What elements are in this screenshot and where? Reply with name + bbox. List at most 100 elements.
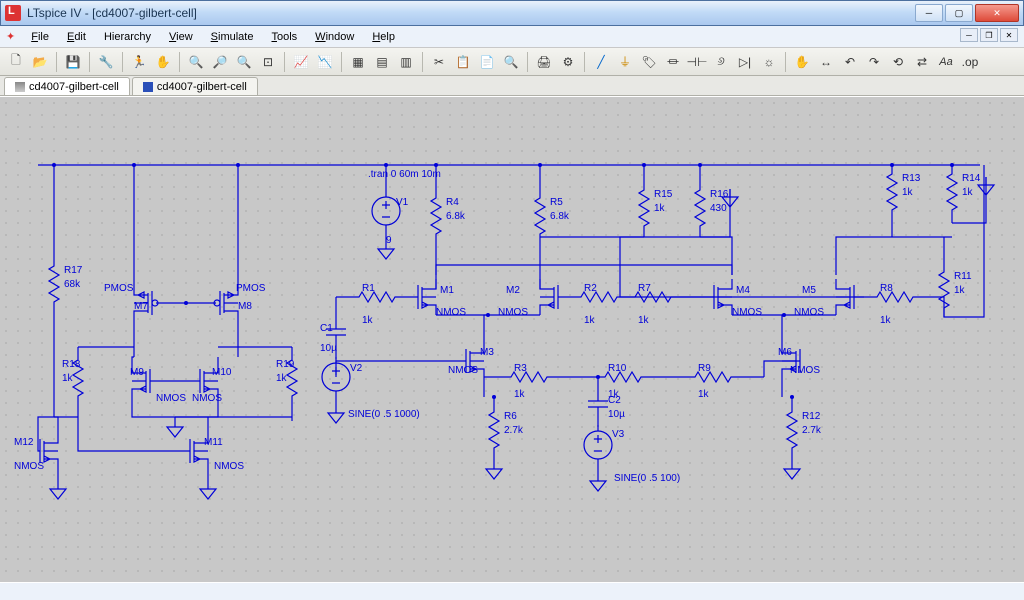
- svg-text:1k: 1k: [362, 315, 374, 326]
- svg-text:NMOS: NMOS: [436, 307, 466, 318]
- svg-text:R18: R18: [62, 359, 81, 370]
- menu-simulate[interactable]: Simulate: [203, 29, 262, 45]
- svg-text:6.8k: 6.8k: [550, 211, 570, 222]
- svg-text:V2: V2: [350, 363, 363, 374]
- svg-text:M12: M12: [14, 437, 34, 448]
- svg-text:M11: M11: [204, 437, 223, 448]
- svg-text:C1: C1: [320, 323, 333, 334]
- svg-text:1k: 1k: [954, 285, 966, 296]
- svg-text:SINE(0 .5 100): SINE(0 .5 100): [614, 473, 680, 484]
- marching-button[interactable]: 📉: [315, 52, 335, 72]
- close-all-button[interactable]: ▥: [396, 52, 416, 72]
- open-button[interactable]: 📂: [30, 52, 50, 72]
- svg-text:M9: M9: [130, 367, 144, 378]
- schematic-svg: .tran 0 60m 10m V19 R46.8k R56.8k R151k …: [0, 97, 1024, 582]
- svg-text:R12: R12: [802, 411, 821, 422]
- tab-label: cd4007-gilbert-cell: [157, 81, 247, 93]
- svg-text:R2: R2: [584, 283, 597, 294]
- svg-text:PMOS: PMOS: [236, 283, 266, 294]
- control-panel-button[interactable]: 🔧: [96, 52, 116, 72]
- zoom-out-button[interactable]: 🔍: [234, 52, 254, 72]
- tile-button[interactable]: ▦: [348, 52, 368, 72]
- move-button[interactable]: ✋: [792, 52, 812, 72]
- copy-button[interactable]: 📋: [453, 52, 473, 72]
- minimize-button[interactable]: ─: [915, 4, 943, 22]
- svg-text:430: 430: [710, 203, 727, 214]
- menu-file[interactable]: File: [23, 29, 57, 45]
- label-button[interactable]: 🏷: [639, 52, 659, 72]
- svg-text:10µ: 10µ: [320, 343, 337, 354]
- undo-button[interactable]: ↶: [840, 52, 860, 72]
- run-button[interactable]: 🏃: [129, 52, 149, 72]
- svg-text:R13: R13: [902, 173, 921, 184]
- menu-window[interactable]: Window: [307, 29, 362, 45]
- svg-text:1k: 1k: [276, 373, 288, 384]
- text-button[interactable]: Aa: [936, 52, 956, 72]
- tab-waveform[interactable]: cd4007-gilbert-cell: [132, 77, 258, 95]
- capacitor-button[interactable]: ⊣⊢: [687, 52, 707, 72]
- redo-button[interactable]: ↷: [864, 52, 884, 72]
- cut-button[interactable]: ✂: [429, 52, 449, 72]
- child-minimize-button[interactable]: ─: [960, 28, 978, 42]
- component-button[interactable]: ☼: [759, 52, 779, 72]
- cascade-button[interactable]: ▤: [372, 52, 392, 72]
- svg-text:1k: 1k: [584, 315, 596, 326]
- menu-help[interactable]: Help: [364, 29, 403, 45]
- inductor-button[interactable]: ୬: [711, 52, 731, 72]
- svg-text:M3: M3: [480, 347, 494, 358]
- svg-text:1k: 1k: [514, 389, 526, 400]
- setup-button[interactable]: ⚙: [558, 52, 578, 72]
- new-schematic-button[interactable]: 🗋: [6, 52, 26, 72]
- tab-schematic[interactable]: cd4007-gilbert-cell: [4, 77, 130, 95]
- svg-text:2.7k: 2.7k: [504, 425, 524, 436]
- zoom-in-button[interactable]: 🔍: [186, 52, 206, 72]
- svg-text:M6: M6: [778, 347, 792, 358]
- svg-text:R8: R8: [880, 283, 893, 294]
- save-button[interactable]: 💾: [63, 52, 83, 72]
- close-button[interactable]: ✕: [975, 4, 1019, 22]
- schematic-canvas[interactable]: .tran 0 60m 10m V19 R46.8k R56.8k R151k …: [0, 96, 1024, 582]
- child-restore-button[interactable]: ❐: [980, 28, 998, 42]
- find-button[interactable]: 🔍: [501, 52, 521, 72]
- pan-button[interactable]: 🔎: [210, 52, 230, 72]
- maximize-button[interactable]: ▢: [945, 4, 973, 22]
- menu-hierarchy[interactable]: Hierarchy: [96, 29, 159, 45]
- svg-text:R5: R5: [550, 197, 563, 208]
- print-button[interactable]: 🖨: [534, 52, 554, 72]
- draw-wire-button[interactable]: ╱: [591, 52, 611, 72]
- svg-text:2.7k: 2.7k: [802, 425, 822, 436]
- app-icon: [5, 5, 21, 21]
- svg-text:M5: M5: [802, 285, 816, 296]
- diode-button[interactable]: ▷|: [735, 52, 755, 72]
- drag-button[interactable]: ↔: [816, 52, 836, 72]
- svg-text:NMOS: NMOS: [14, 461, 44, 472]
- child-close-button[interactable]: ✕: [1000, 28, 1018, 42]
- svg-text:R11: R11: [954, 271, 972, 282]
- system-menu-icon[interactable]: ✦: [6, 30, 15, 43]
- tab-label: cd4007-gilbert-cell: [29, 81, 119, 93]
- paste-button[interactable]: 📄: [477, 52, 497, 72]
- svg-text:M10: M10: [212, 367, 232, 378]
- mirror-button[interactable]: ⇄: [912, 52, 932, 72]
- halt-button[interactable]: ✋: [153, 52, 173, 72]
- svg-text:1k: 1k: [654, 203, 666, 214]
- spice-directive-button[interactable]: .op: [960, 52, 980, 72]
- svg-text:1k: 1k: [880, 315, 892, 326]
- resistor-button[interactable]: ⏛: [663, 52, 683, 72]
- ground-button[interactable]: ⏚: [615, 52, 635, 72]
- toolbar: 🗋 📂 💾 🔧 🏃 ✋ 🔍 🔎 🔍 ⊡ 📈 📉 ▦ ▤ ▥ ✂ 📋 📄 🔍 🖨 …: [0, 48, 1024, 76]
- svg-text:R10: R10: [608, 363, 627, 374]
- svg-text:R1: R1: [362, 283, 375, 294]
- svg-text:NMOS: NMOS: [156, 393, 186, 404]
- status-bar: [0, 582, 1024, 600]
- autorange-button[interactable]: 📈: [291, 52, 311, 72]
- menu-view[interactable]: View: [161, 29, 201, 45]
- svg-text:NMOS: NMOS: [790, 365, 820, 376]
- rotate-button[interactable]: ⟲: [888, 52, 908, 72]
- menu-tools[interactable]: Tools: [263, 29, 305, 45]
- svg-text:NMOS: NMOS: [214, 461, 244, 472]
- svg-text:M4: M4: [736, 285, 750, 296]
- menu-edit[interactable]: Edit: [59, 29, 94, 45]
- zoom-fit-button[interactable]: ⊡: [258, 52, 278, 72]
- svg-text:NMOS: NMOS: [448, 365, 478, 376]
